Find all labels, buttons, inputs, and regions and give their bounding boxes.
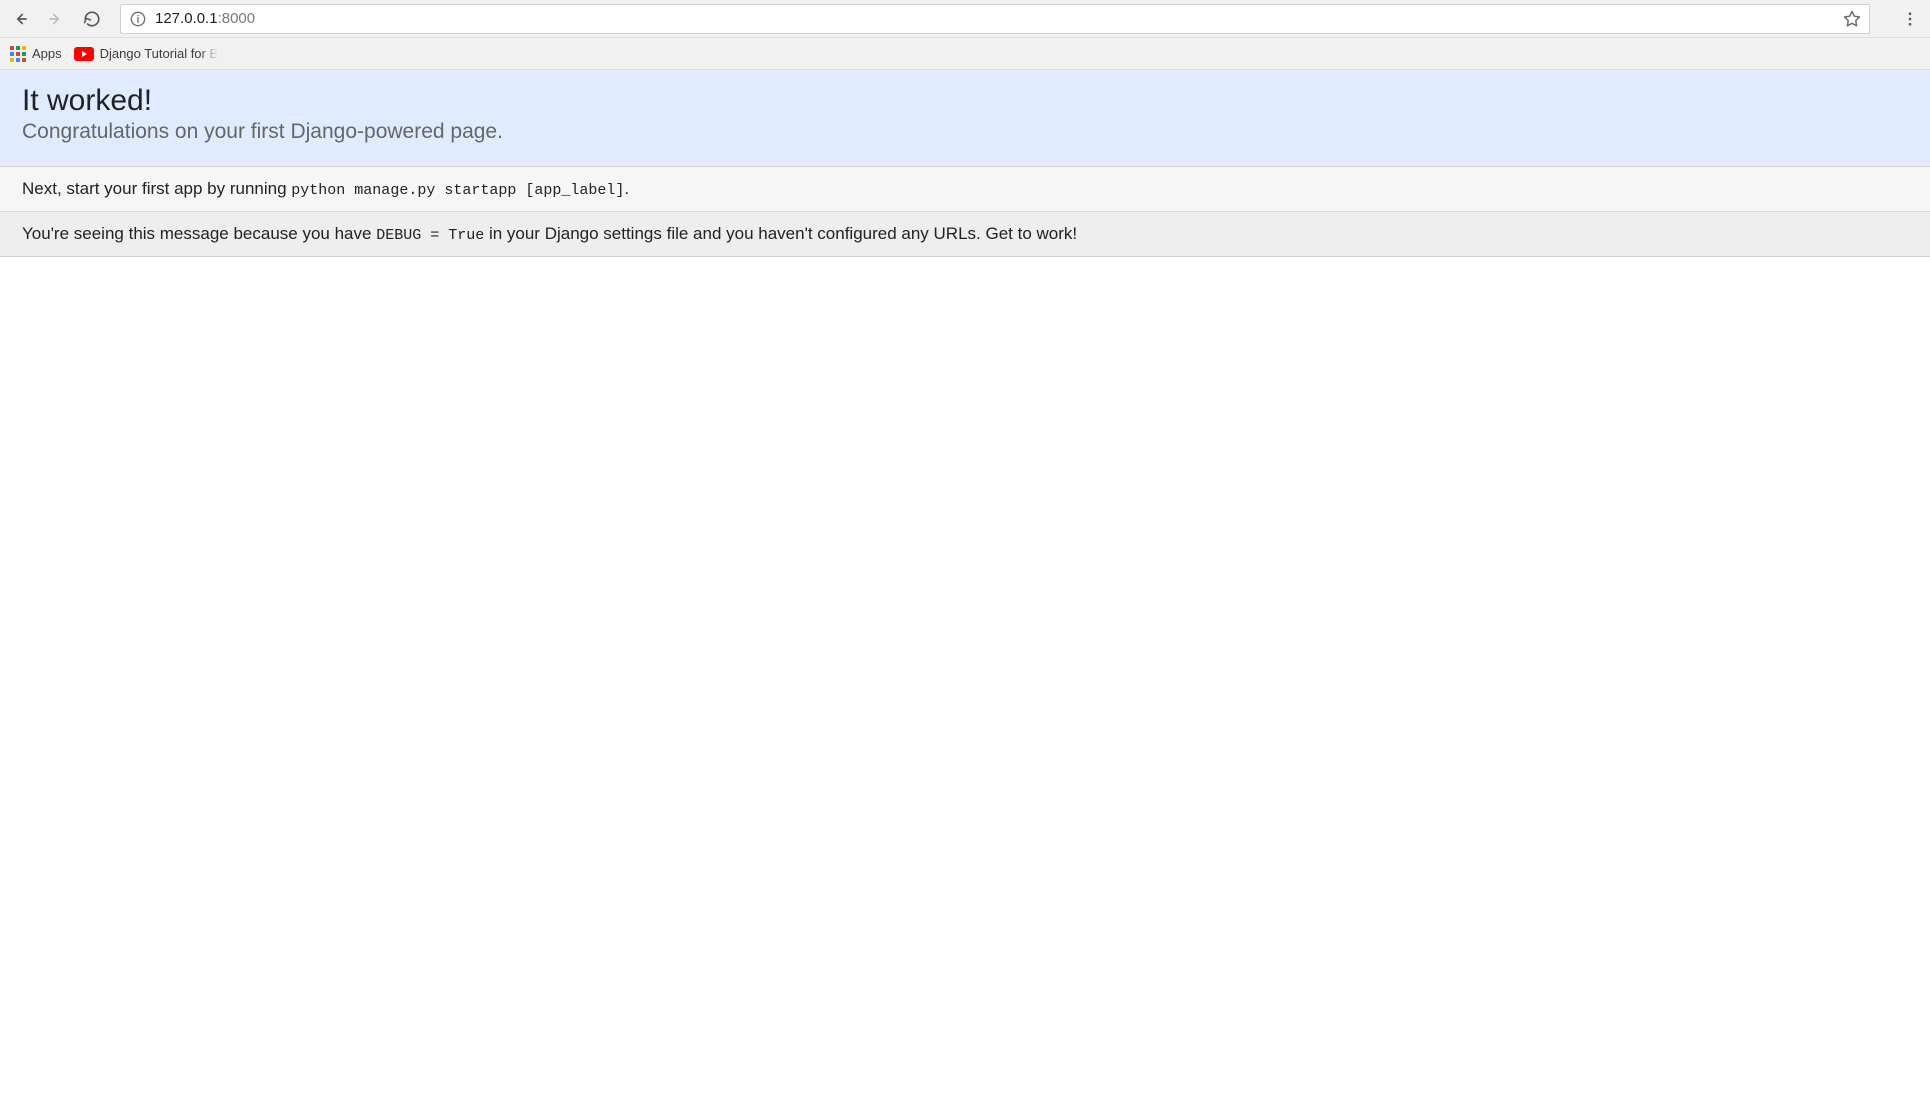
apps-shortcut[interactable]: Apps [10, 46, 62, 62]
page-subtitle: Congratulations on your first Django-pow… [22, 120, 1908, 144]
reload-icon [83, 10, 101, 28]
forward-button [44, 7, 68, 31]
bookmark-item[interactable]: Django Tutorial for B [74, 46, 219, 61]
summary-section: It worked! Congratulations on your first… [0, 70, 1930, 167]
explanation-prefix: You're seeing this message because you h… [22, 224, 376, 243]
url-port: :8000 [218, 10, 256, 27]
explanation-code: DEBUG = True [376, 227, 484, 244]
bookmarks-bar: Apps Django Tutorial for B [0, 38, 1930, 70]
instructions-suffix: . [624, 179, 629, 198]
vertical-dots-icon [1901, 10, 1919, 28]
reload-button[interactable] [80, 7, 104, 31]
browser-toolbar: 127.0.0.1:8000 [0, 0, 1930, 38]
apps-label: Apps [32, 46, 62, 61]
address-bar[interactable]: 127.0.0.1:8000 [120, 4, 1870, 34]
url-text: 127.0.0.1:8000 [155, 10, 1835, 27]
arrow-left-icon [11, 10, 29, 28]
back-button[interactable] [8, 7, 32, 31]
url-host: 127.0.0.1 [155, 10, 218, 27]
bookmark-star-button[interactable] [1843, 10, 1861, 28]
instructions-prefix: Next, start your first app by running [22, 179, 291, 198]
explanation-section: You're seeing this message because you h… [0, 212, 1930, 257]
site-info-icon[interactable] [129, 10, 147, 28]
instructions-code: python manage.py startapp [app_label] [291, 182, 624, 199]
instructions-section: Next, start your first app by running py… [0, 167, 1930, 212]
apps-grid-icon [10, 46, 26, 62]
browser-menu-button[interactable] [1898, 7, 1922, 31]
bookmark-label: Django Tutorial for B [100, 46, 219, 61]
youtube-icon [74, 47, 94, 61]
arrow-right-icon [47, 10, 65, 28]
page-content: It worked! Congratulations on your first… [0, 70, 1930, 257]
explanation-suffix: in your Django settings file and you hav… [484, 224, 1077, 243]
page-heading: It worked! [22, 84, 1908, 118]
